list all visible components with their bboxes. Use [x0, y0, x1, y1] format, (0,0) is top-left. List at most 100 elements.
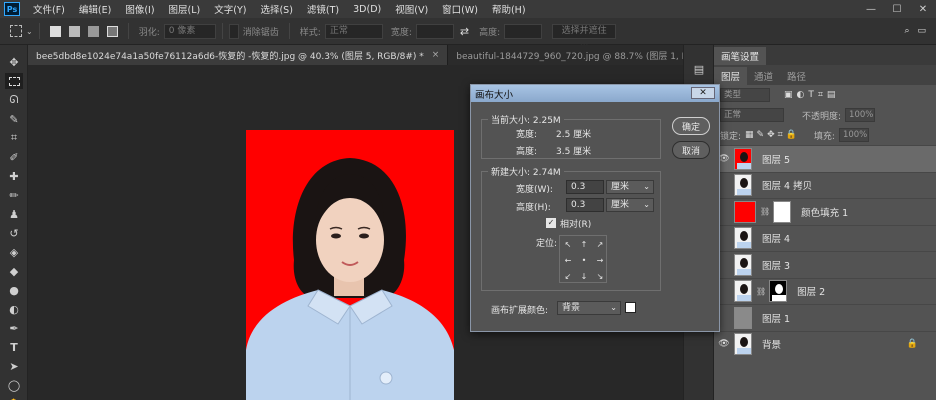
layer-thumbnail [734, 253, 752, 276]
menu-view[interactable]: 视图(V) [388, 2, 435, 16]
layer-kind-filter[interactable]: 类型 [720, 88, 770, 102]
height-input[interactable] [504, 23, 543, 39]
type-tool-icon[interactable]: T [5, 339, 23, 355]
ellipse-tool-icon[interactable]: ◯ [5, 377, 23, 393]
dialog-close-button[interactable]: ✕ [691, 87, 715, 99]
relative-label: 相对(R) [560, 220, 592, 230]
dodge-tool-icon[interactable]: ◐ [5, 301, 23, 317]
lasso-tool-icon[interactable]: ᘏ [5, 92, 23, 108]
swap-icon[interactable]: ⇄ [460, 25, 469, 38]
cancel-button[interactable]: 取消 [672, 141, 710, 159]
menu-window[interactable]: 窗口(W) [435, 2, 485, 16]
rectangular-marquee-tool-icon[interactable] [5, 73, 23, 89]
hand-tool-icon[interactable]: ✋ [5, 396, 23, 400]
current-width-value: 2.5 厘米 [556, 130, 592, 140]
anchor-bottom-left[interactable]: ↙ [560, 268, 576, 284]
antialias-checkbox[interactable] [228, 23, 239, 39]
document-image[interactable] [246, 130, 454, 400]
tab-channels[interactable]: 通道 [747, 67, 780, 85]
menu-help[interactable]: 帮助(H) [485, 2, 533, 16]
menu-select[interactable]: 选择(S) [253, 2, 299, 16]
chevron-down-icon: ⌄ [643, 182, 650, 191]
layer-thumbnail [734, 227, 752, 250]
layer-row-layer1[interactable]: 图层 1 [714, 304, 936, 331]
lock-icon: 🔒 [906, 339, 918, 350]
paint-bucket-tool-icon[interactable]: ◆ [5, 263, 23, 279]
close-window-button[interactable]: ✕ [910, 0, 936, 18]
layer-row-layer2[interactable]: ⛓ 图层 2 [714, 277, 936, 305]
ok-button[interactable]: 确定 [672, 117, 710, 135]
menu-layer[interactable]: 图层(L) [162, 2, 208, 16]
dialog-title-bar[interactable]: 画布大小 ✕ [471, 85, 719, 102]
eraser-tool-icon[interactable]: ◈ [5, 244, 23, 260]
new-selection-icon[interactable] [49, 25, 61, 37]
intersect-selection-icon[interactable] [106, 25, 118, 37]
quick-selection-tool-icon[interactable]: ✎ [5, 111, 23, 127]
history-panel-icon[interactable]: ▤ [690, 61, 708, 77]
blur-tool-icon[interactable]: ● [5, 282, 23, 298]
menu-image[interactable]: 图像(I) [118, 2, 161, 16]
path-selection-tool-icon[interactable]: ➤ [5, 358, 23, 374]
anchor-right[interactable]: → [592, 252, 608, 268]
ext-color-select[interactable]: 背景 ⌄ [557, 301, 621, 315]
workspace-icon[interactable]: ▭ [917, 26, 926, 36]
layer-row-layer4[interactable]: 图层 4 [714, 224, 936, 252]
minimize-button[interactable]: — [858, 0, 884, 18]
marquee-tool-preset-icon[interactable] [10, 25, 22, 37]
tab-paths[interactable]: 路径 [780, 67, 813, 85]
tab-layers[interactable]: 图层 [714, 67, 748, 85]
blend-mode-select[interactable]: 正常 [720, 108, 784, 122]
clone-stamp-tool-icon[interactable]: ♟ [5, 206, 23, 222]
move-tool-icon[interactable]: ✥ [5, 54, 23, 70]
brush-tool-icon[interactable]: ✏ [5, 187, 23, 203]
tab-brush-settings[interactable]: 画笔设置 [714, 47, 767, 65]
chevron-down-icon[interactable]: ⌄ [26, 27, 33, 36]
anchor-left[interactable]: ← [560, 252, 576, 268]
menu-type[interactable]: 文字(Y) [207, 2, 253, 16]
ext-color-swatch[interactable] [625, 302, 636, 313]
maximize-button[interactable]: ☐ [884, 0, 910, 18]
menu-3d[interactable]: 3D(D) [346, 4, 388, 15]
fill-input[interactable]: 100% [838, 128, 869, 142]
layers-list: 👁 图层 5 图层 4 拷贝 ⛓ 颜色填充 1 图层 4 图层 3 ⛓ 图层 2… [714, 145, 936, 357]
panel-tabs: 图层 通道 路径 [714, 65, 936, 85]
layer-row-layer3[interactable]: 图层 3 [714, 251, 936, 278]
eyedropper-tool-icon[interactable]: ✐ [5, 149, 23, 165]
menu-filter[interactable]: 滤镜(T) [300, 2, 346, 16]
width-input[interactable]: 0.3 [566, 180, 604, 194]
crop-tool-icon[interactable]: ⌗ [5, 130, 23, 146]
relative-checkbox[interactable]: ✓ [546, 218, 556, 228]
pen-tool-icon[interactable]: ✒ [5, 320, 23, 336]
add-selection-icon[interactable] [68, 25, 80, 37]
feather-input[interactable]: 0 像素 [163, 23, 216, 39]
anchor-top-left[interactable]: ↖ [560, 236, 576, 252]
eye-icon[interactable]: 👁 [714, 339, 734, 349]
layer-row-color-fill[interactable]: ⛓ 颜色填充 1 [714, 198, 936, 225]
style-select[interactable]: 正常 [324, 23, 383, 39]
anchor-center[interactable]: • [576, 252, 592, 268]
height-input[interactable]: 0.3 [566, 198, 604, 212]
anchor-bottom[interactable]: ↓ [576, 268, 592, 284]
width-input[interactable] [415, 23, 454, 39]
layer-row-background[interactable]: 👁 背景 🔒 [714, 330, 936, 358]
select-and-mask-button[interactable]: 选择并遮住 ... [552, 23, 617, 49]
anchor-top[interactable]: ↑ [576, 236, 592, 252]
subtract-selection-icon[interactable] [87, 25, 99, 37]
height-unit-select[interactable]: 厘米 ⌄ [606, 198, 654, 212]
menu-file[interactable]: 文件(F) [26, 2, 72, 16]
search-icon[interactable]: ⌕ [904, 26, 909, 36]
healing-brush-tool-icon[interactable]: ✚ [5, 168, 23, 184]
filter-icons[interactable]: ▣◐T⌗▤ [784, 90, 839, 100]
close-icon[interactable]: × [432, 50, 440, 60]
history-brush-tool-icon[interactable]: ↺ [5, 225, 23, 241]
lock-icons[interactable]: ▦✎✥⌗🔒 [745, 130, 800, 140]
anchor-top-right[interactable]: ↗ [592, 236, 608, 252]
layer-row-layer5[interactable]: 👁 图层 5 [714, 145, 936, 172]
anchor-bottom-right[interactable]: ↘ [592, 268, 608, 284]
width-unit-select[interactable]: 厘米 ⌄ [606, 180, 654, 194]
tab-document-1[interactable]: bee5dbd8e1024e74a1a50fe76112a6d6-恢复的 -恢复… [28, 45, 449, 65]
menu-edit[interactable]: 编辑(E) [72, 2, 118, 16]
opacity-input[interactable]: 100% [845, 108, 876, 122]
layer-row-layer4-copy[interactable]: 图层 4 拷贝 [714, 171, 936, 199]
current-width-label: 宽度: [516, 130, 538, 140]
